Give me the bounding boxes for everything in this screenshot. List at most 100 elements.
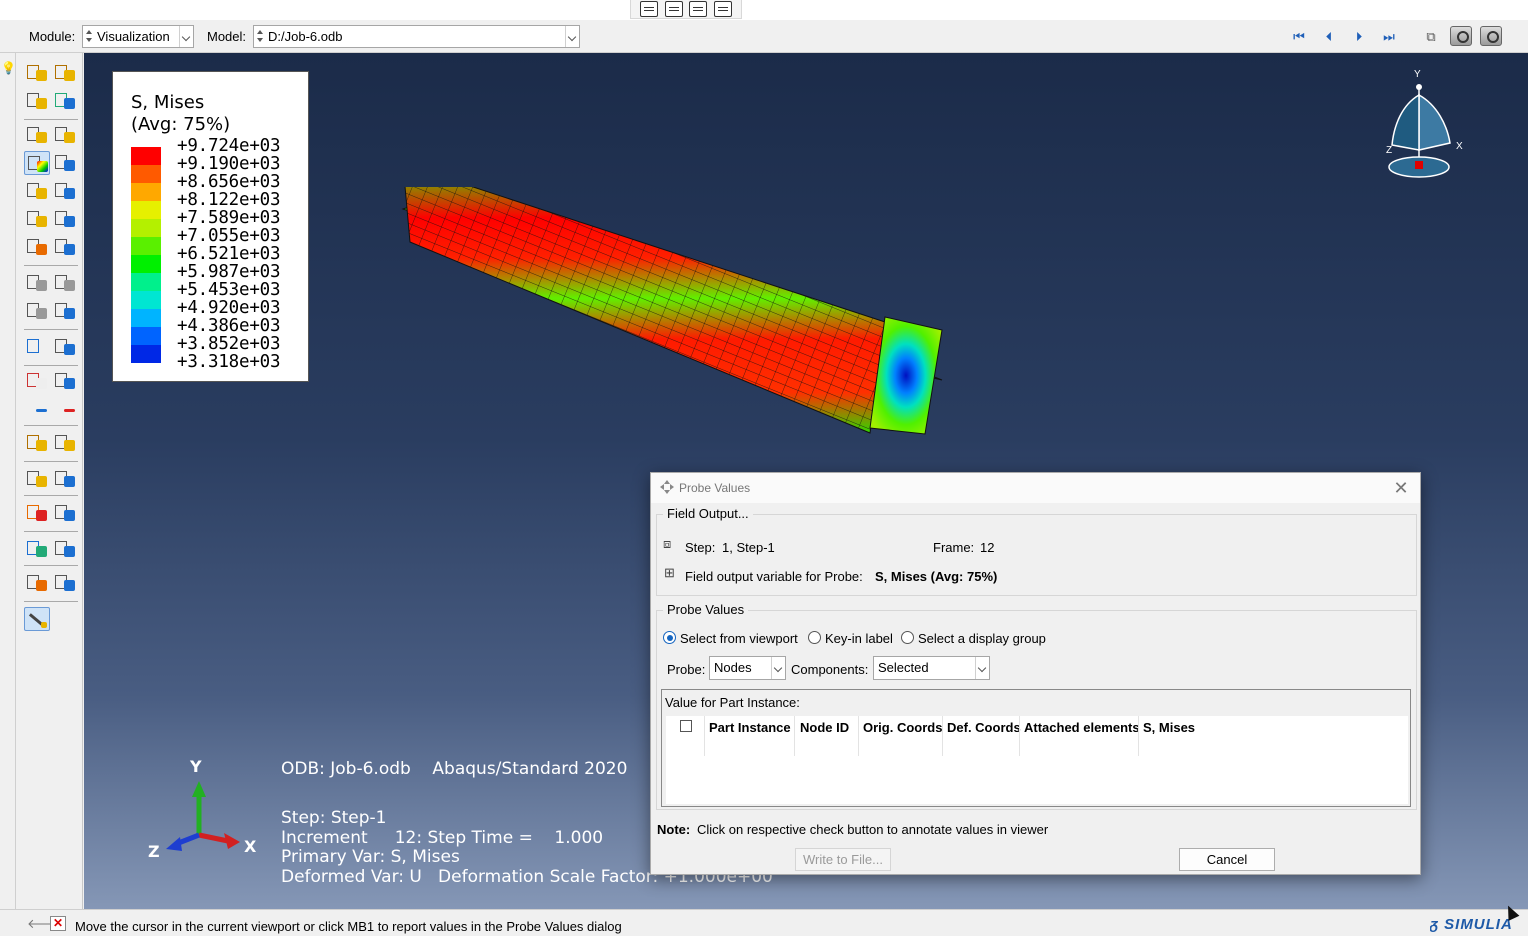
previous-frame-icon[interactable]: ⏴ — [1318, 28, 1340, 46]
select-display-group-radio[interactable] — [901, 631, 914, 644]
stream-icon[interactable] — [24, 467, 50, 491]
select-from-viewport-radio[interactable] — [663, 631, 676, 644]
plot-contours-deformed-icon[interactable] — [24, 151, 50, 175]
query-icon[interactable] — [640, 1, 659, 17]
module-select[interactable]: Visualization — [82, 25, 194, 48]
plot-xy-icon[interactable] — [52, 397, 78, 421]
animate-scale-factor-icon[interactable] — [24, 271, 50, 295]
key-in-label-radio[interactable] — [808, 631, 821, 644]
toolbox — [20, 53, 83, 909]
field-variable-label: Field output variable for Probe: — [685, 569, 863, 584]
column-orig-coords[interactable]: Orig. Coords — [863, 720, 942, 735]
simulia-logo-text: SIMULIA — [1444, 916, 1513, 933]
column-separator — [704, 716, 705, 756]
field-variable-value: S, Mises (Avg: 75%) — [875, 569, 998, 584]
plot-allow-multiple-icon[interactable] — [24, 235, 50, 259]
field-output-button[interactable]: Field Output... — [663, 506, 753, 521]
model-value: D:/Job-6.odb — [268, 29, 343, 44]
orientation-options-icon[interactable] — [52, 207, 78, 231]
spectrum-icon[interactable] — [24, 501, 50, 525]
frame-selector-icon[interactable]: ⧉ — [1420, 28, 1442, 46]
camera-icon[interactable] — [1450, 26, 1472, 46]
create-display-group-icon[interactable] — [24, 571, 50, 595]
key-in-label-label[interactable]: Key-in label — [825, 631, 893, 646]
cancel-procedure-icon[interactable]: ✕ — [50, 916, 66, 931]
column-def-coords[interactable]: Def. Coords — [947, 720, 1021, 735]
chevron-down-icon[interactable] — [179, 26, 193, 47]
plot-symbols-deformed-icon[interactable] — [24, 179, 50, 203]
create-xy-data-icon[interactable] — [24, 369, 50, 393]
chevron-down-icon[interactable] — [975, 657, 989, 679]
first-frame-icon[interactable]: ⏮ — [1288, 28, 1310, 46]
movie-camera-icon[interactable] — [1480, 26, 1502, 46]
back-arrow-icon[interactable]: 🡐 — [27, 916, 62, 931]
legend-swatch — [131, 327, 161, 345]
probe-icon[interactable] — [664, 1, 683, 17]
write-to-file-button[interactable]: Write to File... — [795, 848, 891, 871]
model-select[interactable]: D:/Job-6.odb — [253, 25, 580, 48]
free-body-cut-icon[interactable] — [24, 431, 50, 455]
plot-contours-undeformed-icon[interactable] — [24, 89, 50, 113]
legend-swatch — [131, 147, 161, 165]
chevron-down-icon[interactable] — [771, 657, 785, 679]
beam-contour-model[interactable] — [400, 187, 950, 447]
animation-options-icon[interactable] — [52, 299, 78, 323]
legend-swatch — [131, 309, 161, 327]
next-frame-icon[interactable]: ⏵ — [1348, 28, 1370, 46]
view-orientation-triad[interactable]: Y X Z — [1382, 65, 1472, 185]
free-body-manager-icon[interactable] — [52, 431, 78, 455]
annotate-icon[interactable] — [689, 1, 708, 17]
create-path-icon[interactable] — [24, 397, 50, 421]
lightbulb-icon[interactable]: 💡 — [1, 61, 16, 75]
spin-icon[interactable] — [85, 29, 93, 44]
cancel-button[interactable]: Cancel — [1179, 848, 1275, 871]
query-tool-icon[interactable] — [24, 607, 50, 631]
column-attached-elements[interactable]: Attached elements — [1024, 720, 1140, 735]
probe-values-dialog: Probe Values ✕ Field Output... ⧈ Step: 1… — [650, 472, 1421, 875]
symbol-options-icon[interactable] — [52, 179, 78, 203]
components-label: Components: — [791, 662, 869, 677]
plot-material-orientations-icon[interactable] — [52, 123, 78, 147]
spin-icon[interactable] — [256, 29, 264, 44]
table-body[interactable]: Part Instance Node ID Orig. Coords Def. … — [666, 716, 1408, 804]
view-cut-manager-icon[interactable] — [52, 335, 78, 359]
select-from-viewport-label[interactable]: Select from viewport — [680, 631, 798, 646]
select-display-group-label[interactable]: Select a display group — [918, 631, 1046, 646]
common-options-icon[interactable] — [52, 235, 78, 259]
print-icon[interactable] — [713, 1, 732, 17]
display-options-icon[interactable] — [52, 571, 78, 595]
probe-dialog-icon — [660, 480, 674, 494]
plot-symbols-icon[interactable] — [24, 123, 50, 147]
spectrum-manager-icon[interactable] — [52, 501, 78, 525]
step-icon: ⧈ — [663, 536, 672, 551]
select-all-checkbox[interactable] — [680, 720, 692, 732]
plot-legend-icon[interactable] — [52, 89, 78, 113]
chevron-down-icon[interactable] — [565, 26, 579, 47]
legend-value: +9.190e+03 — [177, 154, 281, 174]
display-group-manager-icon[interactable] — [52, 537, 78, 561]
close-icon[interactable]: ✕ — [1389, 477, 1413, 499]
legend-value: +3.852e+03 — [177, 334, 281, 354]
xy-data-manager-icon[interactable] — [52, 369, 78, 393]
column-s-mises[interactable]: S, Mises — [1143, 720, 1195, 735]
separator — [24, 495, 78, 496]
contour-options-icon[interactable] — [52, 151, 78, 175]
plot-orientations-icon[interactable] — [24, 207, 50, 231]
dialog-titlebar[interactable]: Probe Values ✕ — [651, 473, 1420, 503]
animate-harmonic-icon[interactable] — [24, 299, 50, 323]
plot-undeformed-icon[interactable] — [24, 61, 50, 85]
step-label: Step: — [685, 540, 716, 555]
column-separator — [794, 716, 795, 756]
components-select[interactable]: Selected — [873, 656, 990, 680]
animate-time-history-icon[interactable] — [52, 271, 78, 295]
column-node-id[interactable]: Node ID — [800, 720, 849, 735]
probe-select[interactable]: Nodes — [709, 656, 786, 680]
display-group-icon[interactable] — [24, 537, 50, 561]
column-part-instance[interactable]: Part Instance — [709, 720, 791, 735]
column-separator — [1138, 716, 1139, 756]
view-cut-icon[interactable] — [24, 335, 50, 359]
plot-deformed-icon[interactable] — [52, 61, 78, 85]
last-frame-icon[interactable]: ⏭ — [1378, 28, 1400, 46]
stream-manager-icon[interactable] — [52, 467, 78, 491]
module-label: Module: — [29, 29, 76, 44]
